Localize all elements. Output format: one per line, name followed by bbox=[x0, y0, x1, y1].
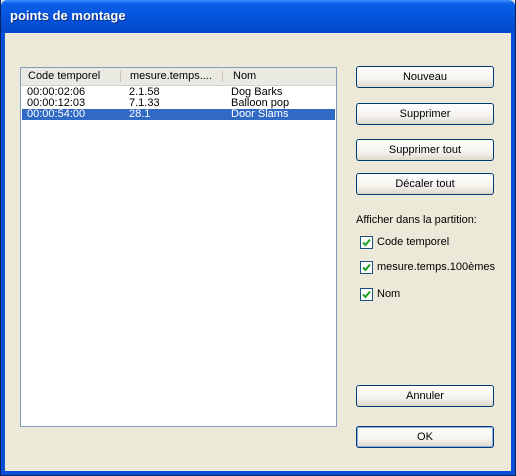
checkbox-timecode[interactable] bbox=[360, 236, 373, 249]
checkmark-icon bbox=[362, 290, 371, 299]
delete-all-button[interactable]: Supprimer tout bbox=[356, 139, 494, 161]
column-header-name[interactable]: Nom bbox=[233, 68, 256, 85]
checkbox-measure[interactable] bbox=[360, 261, 373, 274]
column-header-measure[interactable]: mesure.temps.... bbox=[130, 68, 212, 85]
markers-list[interactable]: Code temporel mesure.temps.... Nom 00:00… bbox=[20, 67, 337, 427]
window-border-bottom bbox=[1, 471, 515, 475]
checkbox-measure-label[interactable]: mesure.temps.100èmes bbox=[377, 261, 495, 273]
title-bar[interactable]: points de montage bbox=[1, 0, 515, 33]
list-item-timecode: 00:00:54:00 bbox=[27, 108, 86, 120]
checkmark-icon bbox=[362, 263, 371, 272]
checkbox-timecode-label[interactable]: Code temporel bbox=[377, 236, 449, 248]
checkbox-name[interactable] bbox=[360, 288, 373, 301]
ok-button[interactable]: OK bbox=[356, 426, 494, 448]
list-item-name: Door Slams bbox=[231, 108, 289, 120]
delete-button[interactable]: Supprimer bbox=[356, 103, 494, 125]
list-item-selected[interactable]: 00:00:54:00 28.1 Door Slams bbox=[22, 108, 335, 120]
dialog-window: points de montage Code temporel mesure.t… bbox=[0, 0, 516, 476]
display-options-label: Afficher dans la partition: bbox=[356, 214, 477, 226]
column-header-timecode[interactable]: Code temporel bbox=[28, 68, 100, 85]
window-title: points de montage bbox=[10, 8, 126, 23]
list-header: Code temporel mesure.temps.... Nom bbox=[21, 68, 336, 86]
checkmark-icon bbox=[362, 238, 371, 247]
cancel-button[interactable]: Annuler bbox=[356, 385, 494, 407]
checkbox-name-label[interactable]: Nom bbox=[377, 288, 400, 300]
new-button[interactable]: Nouveau bbox=[356, 66, 494, 88]
column-separator[interactable] bbox=[222, 71, 223, 82]
column-separator[interactable] bbox=[120, 71, 121, 82]
dialog-client-area: Code temporel mesure.temps.... Nom 00:00… bbox=[5, 33, 511, 471]
window-border-right bbox=[511, 33, 515, 471]
list-item-measure: 28.1 bbox=[129, 108, 151, 120]
shift-all-button[interactable]: Décaler tout bbox=[356, 173, 494, 195]
